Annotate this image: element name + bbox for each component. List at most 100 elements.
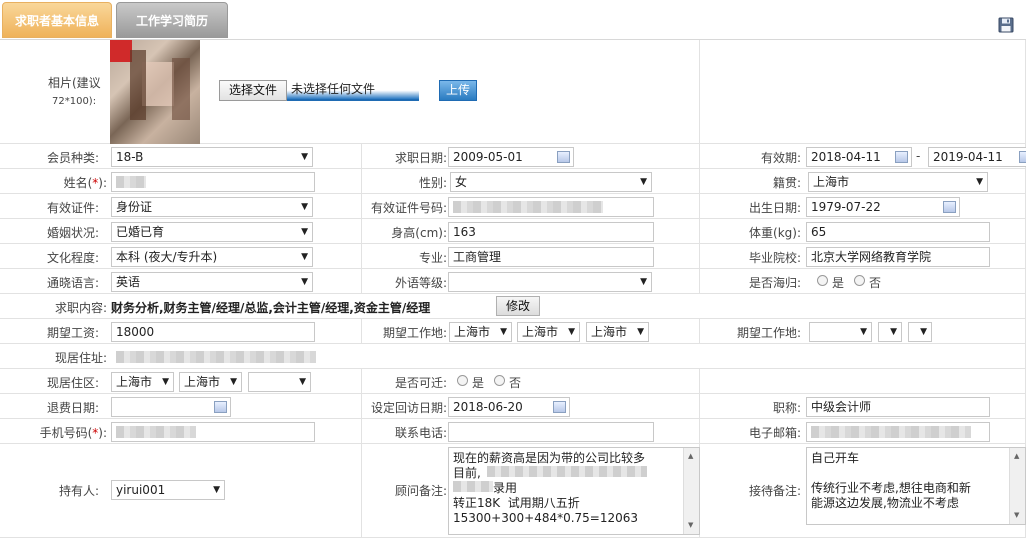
salary-input[interactable]: 18000 (111, 322, 315, 342)
weight-cell: 体重(kg): 65 (700, 219, 1026, 244)
reception-note-scrollbar[interactable] (1009, 448, 1025, 524)
education-cell: 文化程度: 本科 (夜大/专升本) (0, 244, 362, 269)
owner-cell: 持有人: yirui001 (0, 444, 362, 538)
choose-file-button[interactable]: 选择文件 (219, 80, 287, 101)
reception-note-line: 传统行业不考虑,想往电商和新 (811, 481, 971, 495)
education-select[interactable]: 本科 (夜大/专升本) (111, 247, 313, 267)
job-title-cell: 职称: 中级会计师 (700, 394, 1026, 419)
major-cell: 专业: 工商管理 (362, 244, 700, 269)
blurred-text (453, 481, 493, 492)
valid-period-cell: 有效期: 2018-04-11 - 2019-04-11 (700, 144, 1026, 169)
id-type-select[interactable]: 身份证 (111, 197, 313, 217)
area-cell: 现居住区: 上海市 上海市 (0, 369, 362, 394)
salary-cell: 期望工资: 18000 (0, 319, 362, 344)
edit-job-intent-button[interactable]: 修改 (496, 296, 540, 316)
name-input[interactable] (111, 172, 315, 192)
upload-button[interactable]: 上传 (439, 80, 477, 101)
blurred-id-number (453, 201, 603, 213)
job-title-input[interactable]: 中级会计师 (806, 397, 990, 417)
address-input[interactable] (111, 347, 371, 367)
work-place-district-select[interactable]: 上海市 (586, 322, 649, 342)
work-place-2-district-select[interactable] (908, 322, 932, 342)
callback-date-cell: 设定回访日期: 2018-06-20 (362, 394, 700, 419)
tab-basic-info[interactable]: 求职者基本信息 (2, 2, 112, 38)
mobile-input[interactable] (111, 422, 315, 442)
callback-date-label: 设定回访日期: (370, 401, 447, 415)
work-place-2-province-select[interactable] (809, 322, 872, 342)
valid-from-input[interactable]: 2018-04-11 (806, 147, 912, 167)
major-label: 专业: (418, 251, 447, 265)
photo-row: 相片(建议 72*100): 选择文件 未选择任何文件 上传 (0, 40, 700, 144)
marital-select[interactable]: 已婚已育 (111, 222, 313, 242)
work-place-2-city-select[interactable] (878, 322, 902, 342)
phone-input[interactable] (448, 422, 654, 442)
work-place-2-cell: 期望工作地: (700, 319, 1026, 344)
calendar-icon[interactable] (1019, 151, 1026, 163)
form-grid: 相片(建议 72*100): 选择文件 未选择任何文件 上传 会员种类: 18-… (0, 40, 1026, 538)
blurred-name (116, 176, 146, 188)
photo-label-size: 72*100): (52, 96, 97, 107)
work-place-city-select[interactable]: 上海市 (517, 322, 580, 342)
school-input[interactable]: 北京大学网络教育学院 (806, 247, 990, 267)
name-cell: 姓名(*): (0, 169, 362, 194)
mobile-label-text: 手机号码( (39, 426, 93, 440)
member-type-label: 会员种类: (46, 151, 99, 165)
id-type-cell: 有效证件: 身份证 (0, 194, 362, 219)
advisor-note-textarea[interactable]: 现在的薪资高是因为带的公司比较多 目前, 录用 转正18K 试用期八五折 153… (448, 447, 700, 535)
returnee-yes-radio[interactable] (817, 275, 828, 286)
returnee-no-radio[interactable] (854, 275, 865, 286)
job-title-label: 职称: (772, 401, 801, 415)
email-cell: 电子邮箱: (700, 419, 1026, 444)
language-select[interactable]: 英语 (111, 272, 313, 292)
area-city-select[interactable]: 上海市 (179, 372, 242, 392)
tab-work-study-resume[interactable]: 工作学习简历 (116, 2, 228, 38)
advisor-note-line: 录用 (453, 481, 695, 496)
reception-note-textarea[interactable]: 自己开车 传统行业不考虑,想往电商和新 能源这边发展,物流业不考虑 (806, 447, 1026, 525)
advisor-note-scrollbar[interactable] (683, 448, 699, 534)
job-intent-cell: 求职内容: 财务分析,财务主管/经理/总监,会计主管/经理,资金主管/经理 修改 (0, 294, 1026, 319)
calendar-icon[interactable] (214, 401, 227, 413)
email-input[interactable] (806, 422, 990, 442)
advisor-note-label: 顾问备注: (394, 484, 447, 498)
calendar-icon[interactable] (895, 151, 908, 163)
native-place-select[interactable]: 上海市 (808, 172, 988, 192)
work-place-province-select[interactable]: 上海市 (449, 322, 512, 342)
calendar-icon[interactable] (553, 401, 566, 413)
relocate-cell: 是否可迁: 是 否 (362, 369, 700, 394)
education-label: 文化程度: (46, 251, 99, 265)
id-type-label: 有效证件: (46, 201, 99, 215)
advisor-note-line: 转正18K 试用期八五折 (453, 496, 580, 510)
blurred-text (486, 466, 647, 477)
refund-date-input[interactable] (111, 397, 231, 417)
job-date-input[interactable]: 2009-05-01 (448, 147, 574, 167)
area-district-select[interactable] (248, 372, 311, 392)
height-input[interactable]: 163 (448, 222, 654, 242)
weight-input[interactable]: 65 (806, 222, 990, 242)
work-place-2-label: 期望工作地: (736, 326, 801, 340)
id-number-input[interactable] (448, 197, 654, 217)
callback-date-input[interactable]: 2018-06-20 (448, 397, 570, 417)
relocate-label: 是否可迁: (394, 376, 447, 390)
school-cell: 毕业院校: 北京大学网络教育学院 (700, 244, 1026, 269)
calendar-icon[interactable] (943, 201, 956, 213)
language-level-select[interactable] (448, 272, 652, 292)
relocate-no-radio[interactable] (494, 375, 505, 386)
area-label: 现居住区: (46, 376, 99, 390)
salary-label: 期望工资: (46, 326, 99, 340)
calendar-icon[interactable] (557, 151, 570, 163)
owner-select[interactable]: yirui001 (111, 480, 225, 500)
member-type-select[interactable]: 18-B (111, 147, 313, 167)
job-date-value: 2009-05-01 (453, 150, 523, 164)
area-province-select[interactable]: 上海市 (111, 372, 174, 392)
valid-to-input[interactable]: 2019-04-11 (928, 147, 1026, 167)
reception-note-line: 自己开车 (811, 451, 860, 465)
advisor-note-cell: 顾问备注: 现在的薪资高是因为带的公司比较多 目前, 录用 转正18K 试用期八… (362, 444, 700, 538)
gender-select[interactable]: 女 (450, 172, 652, 192)
birth-date-input[interactable]: 1979-07-22 (806, 197, 960, 217)
save-icon[interactable] (998, 17, 1014, 33)
advisor-note-line: 现在的薪资高是因为带的公司比较多 (453, 451, 646, 465)
major-input[interactable]: 工商管理 (448, 247, 654, 267)
refund-date-label: 退费日期: (46, 401, 99, 415)
relocate-yes-radio[interactable] (457, 375, 468, 386)
gender-cell: 性别: 女 (362, 169, 700, 194)
